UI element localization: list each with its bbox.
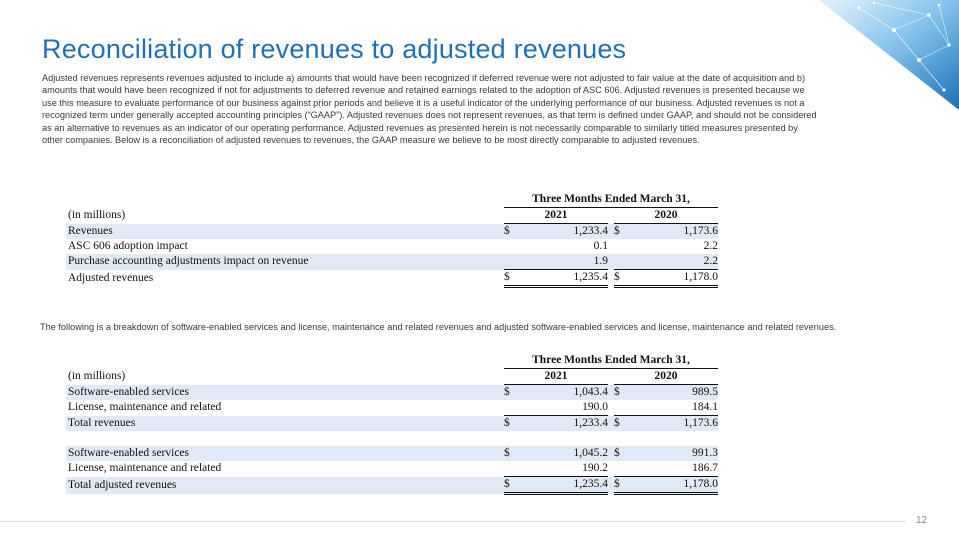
period-label: Three Months Ended March 31, xyxy=(504,353,718,369)
units-label: (in millions) xyxy=(68,209,126,221)
breakdown-table: Three Months Ended March 31, (in million… xyxy=(66,353,718,495)
year-2020: 2020 xyxy=(614,207,718,224)
table-year-header: (in millions) 2021 2020 xyxy=(66,368,718,385)
table-year-header: (in millions) 2021 2020 xyxy=(66,207,718,224)
table-row-total: Adjusted revenues $ 1,235.4 $ 1,178.0 xyxy=(66,269,718,288)
table-period-header: Three Months Ended March 31, xyxy=(66,192,718,208)
table-row: Purchase accounting adjustments impact o… xyxy=(66,254,718,270)
period-label: Three Months Ended March 31, xyxy=(504,192,718,208)
page-title: Reconciliation of revenues to adjusted r… xyxy=(42,34,627,64)
page-number: 12 xyxy=(916,515,928,526)
table-period-header: Three Months Ended March 31, xyxy=(66,353,718,369)
table-row-subtotal: Total revenues $ 1,233.4 $ 1,173.6 xyxy=(66,415,718,431)
table-row: Software-enabled services $ 1,043.4 $ 98… xyxy=(66,384,718,400)
table-spacer xyxy=(66,431,718,446)
intro-paragraph: Adjusted revenues represents revenues ad… xyxy=(42,73,817,146)
breakdown-paragraph: The following is a breakdown of software… xyxy=(40,322,837,332)
reconciliation-table: Three Months Ended March 31, (in million… xyxy=(66,192,718,288)
table-row: ASC 606 adoption impact 0.1 2.2 xyxy=(68,240,718,252)
year-2021: 2021 xyxy=(504,368,608,385)
year-2020: 2020 xyxy=(614,368,718,385)
network-graphic-icon xyxy=(819,0,959,110)
year-2021: 2021 xyxy=(504,207,608,224)
table-row-total: Total adjusted revenues $ 1,235.4 $ 1,17… xyxy=(66,476,718,495)
table-row: License, maintenance and related 190.2 1… xyxy=(68,462,718,475)
table-row: Revenues $ 1,233.4 $ 1,173.6 xyxy=(66,223,718,239)
table-row: License, maintenance and related 190.0 1… xyxy=(68,401,718,414)
footer-divider xyxy=(0,521,905,522)
table-row: Software-enabled services $ 1,045.2 $ 99… xyxy=(66,446,718,461)
units-label: (in millions) xyxy=(68,370,126,382)
